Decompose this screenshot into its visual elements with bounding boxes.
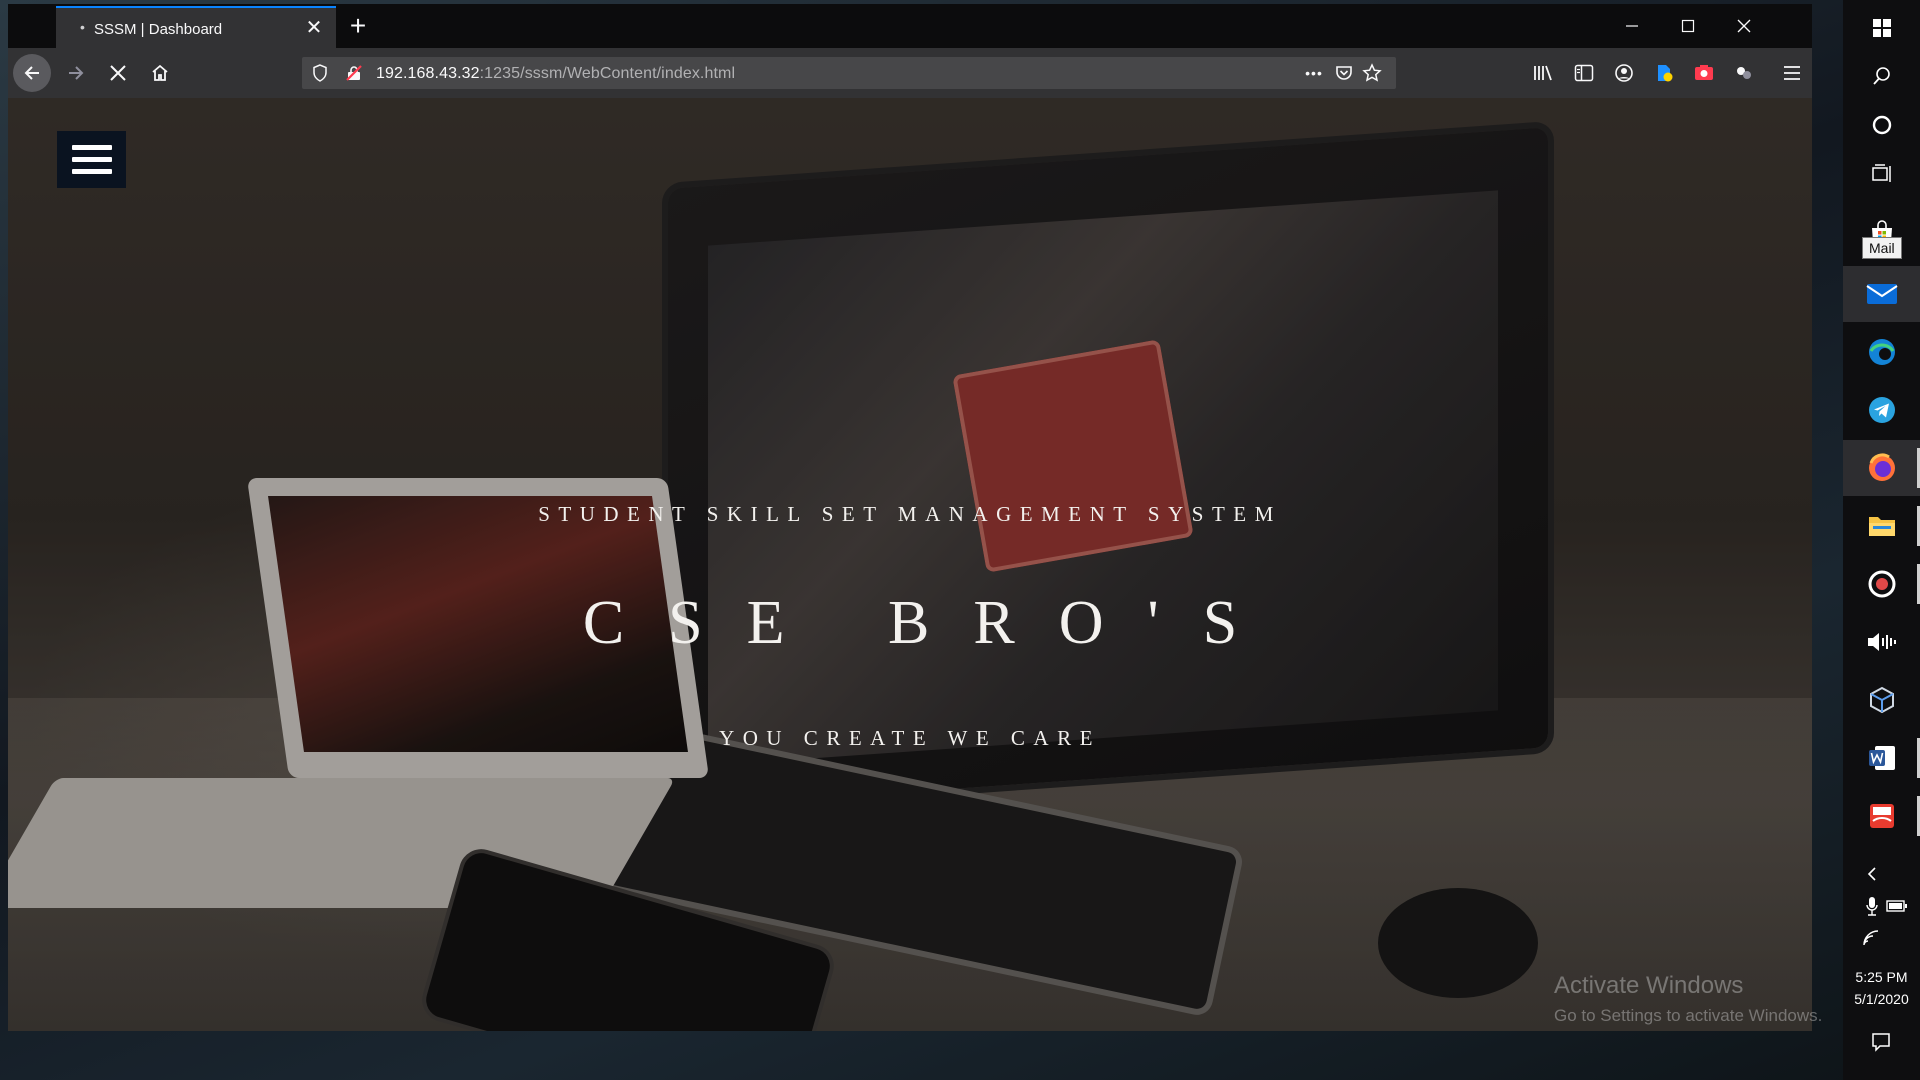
close-tab-icon[interactable]: ✕ [302, 15, 326, 39]
back-arrow-icon [24, 66, 39, 80]
hero-subtitle: STUDENT SKILL SET MANAGEMENT SYSTEM [538, 502, 1282, 526]
stop-loading-button[interactable] [102, 57, 134, 89]
edge-icon [1868, 339, 1895, 365]
url-host: 192.168.43.32 [376, 65, 480, 82]
tracking-shield-icon[interactable] [308, 61, 332, 85]
tab-sssm-dashboard[interactable]: • SSSM | Dashboard ✕ [56, 6, 336, 48]
screenshot-icon[interactable] [1690, 59, 1718, 87]
clock-time: 5:25 PM [1855, 969, 1908, 985]
stop-icon [110, 65, 126, 81]
activation-watermark: Activate Windows Go to Settings to activ… [1554, 972, 1822, 1026]
wifi-icon[interactable] [1860, 926, 1884, 950]
media-button[interactable] [1843, 556, 1920, 612]
hero-tagline: YOU CREATE WE CARE [719, 726, 1101, 750]
search-icon [1872, 67, 1890, 85]
microphone-icon[interactable] [1860, 894, 1884, 918]
app-icon [1869, 804, 1894, 828]
hero-title: CSE BRO'S [582, 589, 1282, 657]
task-view-button[interactable] [1843, 146, 1920, 202]
action-center-button[interactable] [1869, 1030, 1893, 1054]
back-button[interactable] [13, 54, 51, 92]
bookmark-star-icon[interactable] [1360, 61, 1384, 85]
telegram-button[interactable] [1843, 382, 1920, 438]
hero-dim-overlay [8, 98, 1812, 1031]
library-icon[interactable] [1530, 59, 1558, 87]
site-menu-button[interactable] [57, 131, 126, 188]
virtualbox-button[interactable] [1843, 672, 1920, 728]
url-path: :1235/sssm/WebContent/index.html [479, 65, 736, 82]
tab-strip: • SSSM | Dashboard ✕ + [8, 4, 1812, 48]
mail-tooltip: Mail [1862, 237, 1902, 259]
mail-icon [1865, 284, 1898, 304]
file-explorer-icon [1868, 517, 1895, 536]
close-window-button[interactable] [1728, 12, 1760, 40]
watermark-title: Activate Windows [1554, 972, 1744, 999]
word-button[interactable] [1843, 730, 1920, 786]
extension-puzzle-icon[interactable] [1730, 59, 1758, 87]
telegram-icon [1868, 397, 1895, 423]
navigation-toolbar: 192.168.43.32:1235/sssm/WebContent/index… [8, 48, 1812, 98]
url-text[interactable]: 192.168.43.32:1235/sssm/WebContent/index… [376, 65, 735, 83]
word-icon [1868, 746, 1895, 770]
media-icon [1868, 570, 1895, 598]
forward-arrow-icon [69, 66, 84, 80]
page-actions-button[interactable]: ••• [1302, 61, 1326, 85]
virtualbox-icon [1869, 686, 1894, 714]
address-bar[interactable]: 192.168.43.32:1235/sssm/WebContent/index… [302, 57, 1396, 89]
notification-icon [1872, 1033, 1890, 1052]
taskbar: 5:25 PM 5/1/2020 [1843, 0, 1920, 1080]
extension-file-icon[interactable] [1650, 59, 1678, 87]
account-icon[interactable] [1610, 59, 1638, 87]
minimize-button[interactable] [1616, 12, 1648, 40]
clock-date: 5/1/2020 [1854, 991, 1909, 1007]
watermark-subtitle: Go to Settings to activate Windows. [1554, 1006, 1823, 1025]
show-hidden-icons-button[interactable] [1860, 862, 1884, 886]
menu-bar-icon [71, 145, 112, 150]
search-button[interactable] [1843, 48, 1920, 104]
sidebar-icon[interactable] [1570, 59, 1598, 87]
new-tab-button[interactable]: + [344, 10, 372, 41]
firefox-icon [1868, 453, 1895, 481]
browser-window: • SSSM | Dashboard ✕ + 192.168.43.32:123… [8, 4, 1812, 1031]
battery-icon[interactable] [1885, 894, 1909, 918]
cortana-button[interactable] [1843, 97, 1920, 153]
chevron-left-icon [1867, 867, 1876, 881]
maximize-button[interactable] [1672, 12, 1704, 40]
app-button[interactable] [1843, 788, 1920, 844]
task-view-icon [1871, 164, 1891, 182]
forward-button[interactable] [60, 57, 92, 89]
menu-bar-icon [71, 169, 112, 174]
audio-icon [1867, 633, 1896, 651]
system-clock[interactable]: 5:25 PM 5/1/2020 [1843, 966, 1920, 1010]
edge-button[interactable] [1843, 324, 1920, 380]
windows-start-icon [1872, 19, 1891, 37]
hamburger-menu-icon[interactable] [1778, 59, 1806, 87]
pocket-icon[interactable] [1332, 61, 1356, 85]
menu-bar-icon [71, 157, 112, 162]
firefox-button[interactable] [1843, 440, 1920, 496]
home-icon [152, 64, 168, 81]
home-button[interactable] [144, 57, 176, 89]
insecure-connection-icon[interactable] [342, 61, 366, 85]
web-page-content: STUDENT SKILL SET MANAGEMENT SYSTEM CSE … [8, 98, 1812, 1031]
cortana-icon [1872, 115, 1891, 135]
mail-button[interactable] [1843, 266, 1920, 322]
loading-dot-icon: • [80, 19, 85, 35]
audio-button[interactable] [1843, 614, 1920, 670]
file-explorer-button[interactable] [1843, 498, 1920, 554]
tab-title: SSSM | Dashboard [94, 21, 223, 38]
